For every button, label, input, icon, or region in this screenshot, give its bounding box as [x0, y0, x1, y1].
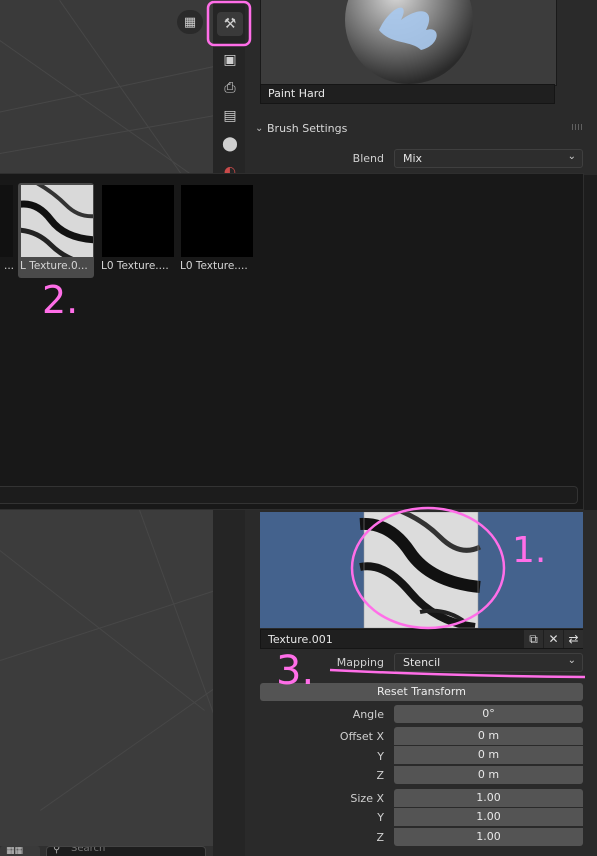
annotation-one: 1. [512, 530, 547, 571]
annotation-overlay [206, 0, 586, 679]
annotation-three: 3. [276, 648, 315, 694]
annotation-box [206, 0, 252, 47]
annotation-two: 2. [42, 278, 79, 322]
annotation-underline [329, 668, 586, 679]
annotation-circle [350, 506, 506, 630]
